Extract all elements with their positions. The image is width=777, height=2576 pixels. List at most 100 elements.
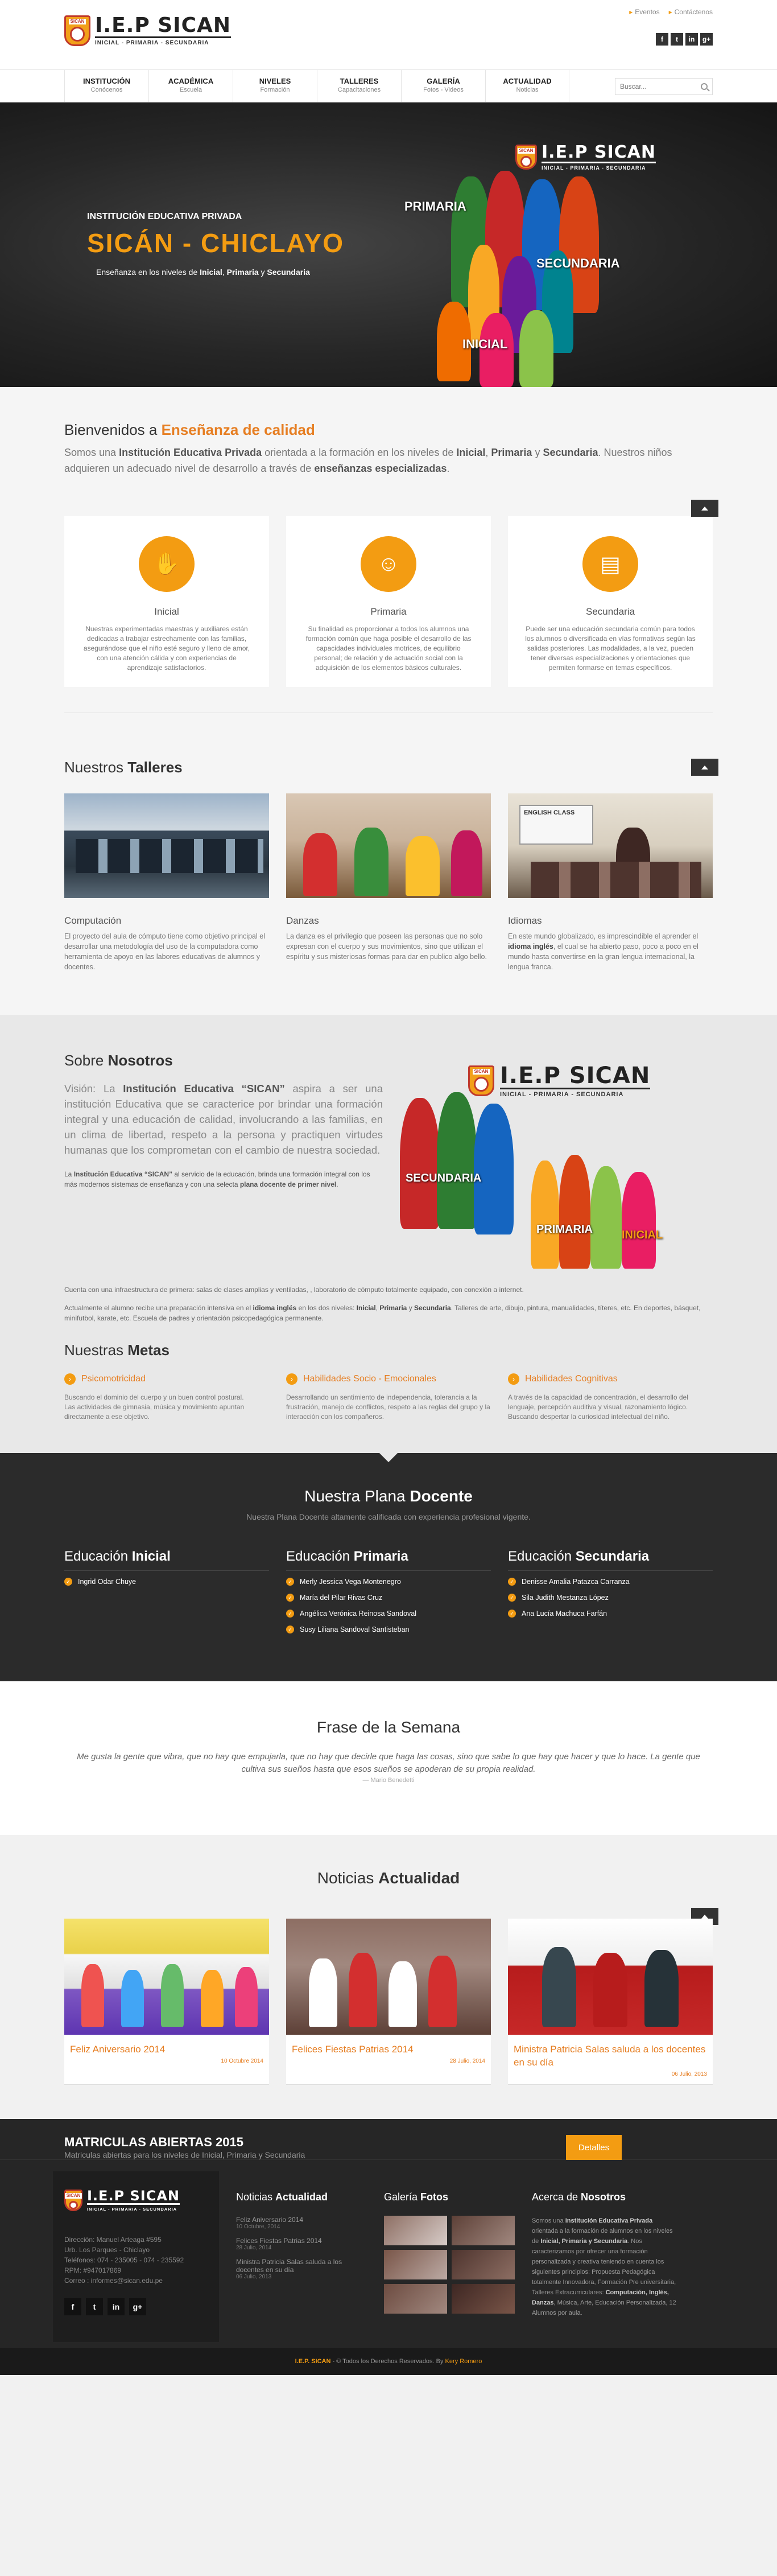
docentes-col-title: Educación Secundaria xyxy=(508,1549,713,1571)
footer-news-date: 06 Julio, 2013 xyxy=(236,2274,272,2280)
detalles-button[interactable]: Detalles xyxy=(566,2135,622,2160)
level-text: Nuestras experimentadas maestras y auxil… xyxy=(83,625,250,672)
scroll-top-button[interactable] xyxy=(691,759,718,776)
news-card[interactable]: Ministra Patricia Salas saluda a los doc… xyxy=(508,1919,713,2085)
search-icon[interactable] xyxy=(701,83,708,90)
header: SICAN I.E.P SICAN INICIAL - PRIMARIA - S… xyxy=(0,0,777,69)
nav-item-galeria[interactable]: Galería Fotos - Videos xyxy=(401,70,485,103)
news-date: 10 Octubre 2014 xyxy=(221,2058,264,2064)
logo-badge-text: SICAN xyxy=(68,18,86,24)
preparacion-text: Actualmente el alumno recibe una prepara… xyxy=(64,1304,701,1322)
logo-badge-icon: SICAN xyxy=(468,1065,494,1096)
nav-sub: Escuela xyxy=(179,87,202,93)
nav-item-actualidad[interactable]: Actualidad Noticias xyxy=(485,70,569,103)
nav-title: Institución xyxy=(82,77,131,85)
nav-item-niveles[interactable]: Niveles Formación xyxy=(233,70,317,103)
hero-label-inicial: INICIAL xyxy=(462,337,508,351)
footer-about: Acerca de Nosotros Somos una Institución… xyxy=(515,2171,680,2342)
whiteboard-text: ENGLISH CLASS xyxy=(519,805,593,845)
footer-gallery-title: Galería Fotos xyxy=(384,2191,449,2203)
arrow-icon: ▸ xyxy=(629,8,633,16)
main-nav: Institución Conócenos Académica Escuela Ni… xyxy=(0,69,777,103)
check-icon: ✓ xyxy=(508,1578,516,1586)
docente-item: ✓ Ana Lucía Machuca Farfán xyxy=(508,1610,713,1618)
footer-logo[interactable]: SICAN I.E.P SICAN INICIAL - PRIMARIA - SE… xyxy=(64,2188,219,2212)
top-link-eventos[interactable]: ▸ Eventos xyxy=(629,8,659,16)
google-plus-icon[interactable]: g+ xyxy=(700,33,713,46)
footer-about-text: Somos una Institución Educativa Privada … xyxy=(532,2217,676,2316)
linkedin-icon[interactable]: in xyxy=(685,33,698,46)
docente-item: ✓ María del Pilar Rivas Cruz xyxy=(286,1594,491,1602)
arrow-right-icon: › xyxy=(508,1373,519,1385)
dance-photo xyxy=(286,793,491,898)
nav-sub: Formación xyxy=(260,87,290,93)
author-link[interactable]: Kery Romero xyxy=(445,2358,482,2365)
computer-lab-photo xyxy=(64,793,269,898)
news-title[interactable]: Feliz Aniversario 2014 xyxy=(64,2035,269,2056)
top-link-contactenos[interactable]: ▸ Contáctenos xyxy=(669,8,713,16)
facebook-icon[interactable]: f xyxy=(64,2298,81,2315)
news-card[interactable]: Feliz Aniversario 2014 10 Octubre 2014 xyxy=(64,1919,269,2085)
footer-news-link[interactable]: Ministra Patricia Salas saluda a los doc… xyxy=(236,2258,367,2274)
sobre-label-secundaria: SECUNDARIA xyxy=(406,1172,482,1184)
nav-item-talleres[interactable]: Talleres Capacitaciones xyxy=(317,70,401,103)
infraestructura-text: Cuenta con una infraestructura de primer… xyxy=(64,1286,524,1294)
news-title[interactable]: Felices Fiestas Patrias 2014 xyxy=(286,2035,491,2056)
nav-item-institucion[interactable]: Institución Conócenos xyxy=(64,70,148,103)
level-title: Primaria xyxy=(370,606,407,617)
gallery-thumb[interactable] xyxy=(384,2216,447,2245)
hero-title: SICÁN - CHICLAYO xyxy=(87,228,344,258)
arrow-icon: ▸ xyxy=(668,8,672,16)
twitter-icon[interactable]: t xyxy=(671,33,683,46)
gallery-thumb[interactable] xyxy=(384,2250,447,2279)
nav-title: Galería xyxy=(427,77,460,85)
footer-news-title: Noticias Actualidad xyxy=(236,2191,328,2203)
docentes-inicial: Educación Inicial ✓ Ingrid Odar Chuye xyxy=(64,1549,269,1641)
scroll-top-button[interactable] xyxy=(691,500,718,517)
sobre-text: La Institución Educativa “SICAN” al serv… xyxy=(64,1170,370,1188)
logo-tagline: INICIAL - PRIMARIA - SECUNDARIA xyxy=(95,40,209,46)
nav-sub: Noticias xyxy=(516,87,539,93)
facebook-icon[interactable]: f xyxy=(656,33,668,46)
frase-title: Frase de la Semana xyxy=(316,1718,461,1736)
check-icon: ✓ xyxy=(64,1578,72,1586)
site-logo[interactable]: SICAN I.E.P SICAN INICIAL - PRIMARIA - S… xyxy=(64,15,231,46)
students-logo-photo: SICAN I.E.P SICAN INICIAL - PRIMARIA - SE… xyxy=(383,1064,713,1269)
hero-logo: SICAN I.E.P SICAN INICIAL - PRIMARIA - SE… xyxy=(515,143,656,171)
gallery-thumb[interactable] xyxy=(452,2284,515,2314)
linkedin-icon[interactable]: in xyxy=(108,2298,125,2315)
check-icon: ✓ xyxy=(286,1626,294,1633)
footer-about-title: Acerca de Nosotros xyxy=(532,2191,626,2203)
news-photo xyxy=(64,1919,269,2035)
group-icon: ☺ xyxy=(361,536,416,592)
meta-text: Las actividades de gimnasia, música y mo… xyxy=(64,1403,245,1421)
google-plus-icon[interactable]: g+ xyxy=(129,2298,146,2315)
hero-description: Enseñanza en los niveles de Inicial, Pri… xyxy=(96,268,310,277)
footer-news-link[interactable]: Felices Fiestas Patrias 2014 xyxy=(236,2237,367,2245)
twitter-icon[interactable]: t xyxy=(86,2298,103,2315)
search-input[interactable] xyxy=(620,83,694,90)
footer-gallery: Galería Fotos xyxy=(367,2171,515,2342)
taller-text: En este mundo globalizado, es imprescind… xyxy=(508,932,699,971)
gallery-thumb[interactable] xyxy=(452,2250,515,2279)
gallery-thumb[interactable] xyxy=(384,2284,447,2314)
news-title[interactable]: Ministra Patricia Salas saluda a los doc… xyxy=(508,2035,713,2069)
taller-text: La danza es el privilegio que poseen las… xyxy=(286,932,487,961)
logo-badge-icon: SICAN xyxy=(64,2189,82,2211)
noticias-title: Noticias Actualidad xyxy=(317,1869,460,1887)
taller-title: Idiomas xyxy=(508,915,542,926)
footer-news-date: 28 Julio, 2014 xyxy=(236,2245,272,2251)
docentes-col-title: Educación Primaria xyxy=(286,1549,491,1571)
meta-title: Habilidades Cognitivas xyxy=(525,1374,618,1384)
logo-title: I.E.P SICAN xyxy=(95,14,231,38)
news-card[interactable]: Felices Fiestas Patrias 2014 28 Julio, 2… xyxy=(286,1919,491,2085)
docente-item: ✓ Angélica Verónica Reinosa Sandoval xyxy=(286,1610,491,1618)
nav-item-academica[interactable]: Académica Escuela xyxy=(148,70,233,103)
taller-card-danzas: Danzas La danza es el privilegio que pos… xyxy=(286,793,491,972)
frase-section: Frase de la Semana Me gusta la gente que… xyxy=(0,1681,777,1835)
level-card-inicial: ✋ Inicial Nuestras experimentadas maestr… xyxy=(64,516,269,687)
footer-news-link[interactable]: Feliz Aniversario 2014 xyxy=(236,2216,367,2224)
gallery-thumb[interactable] xyxy=(452,2216,515,2245)
nav-title: Niveles xyxy=(259,77,291,85)
talleres-title: Nuestros Talleres xyxy=(64,759,183,776)
